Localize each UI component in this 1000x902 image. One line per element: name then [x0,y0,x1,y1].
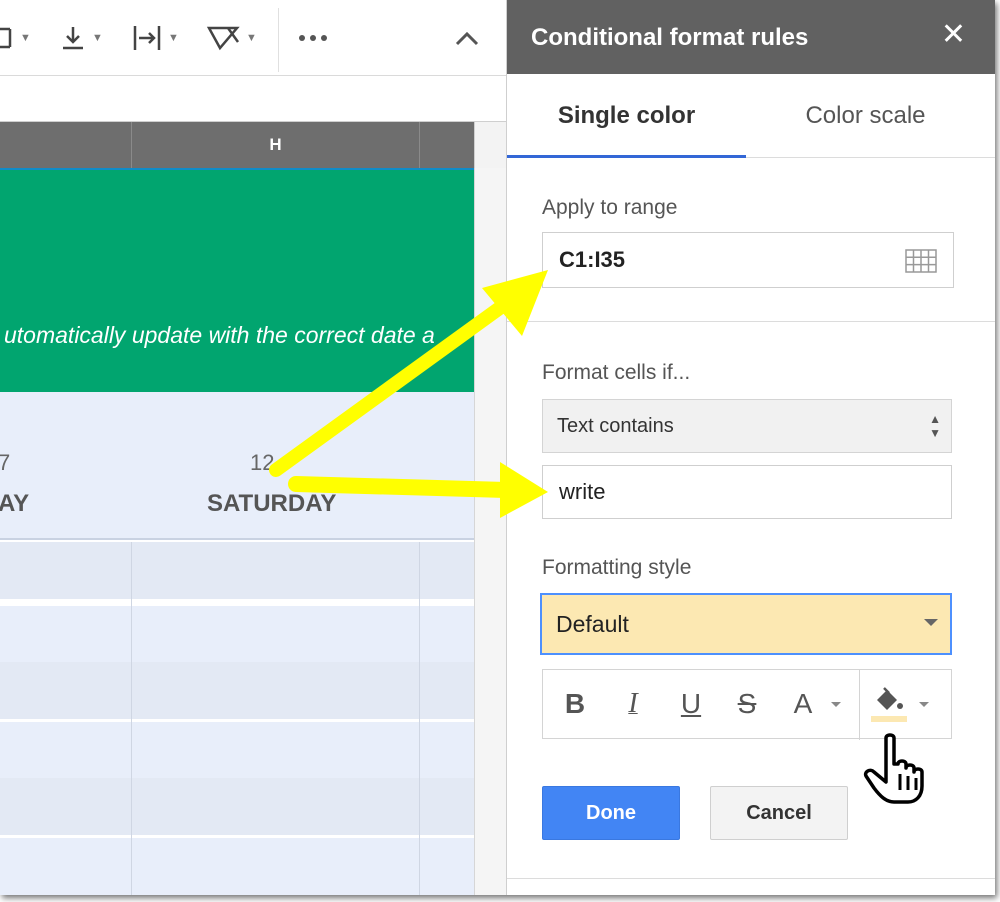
chevron-down-icon [831,702,841,707]
formula-bar[interactable] [0,76,506,122]
more-icon [299,35,327,41]
sheet-toolbar: ▼ ▼ ▼ ▼ [0,0,506,76]
font-color-icon [0,27,12,49]
text-color-button[interactable]: A [783,684,823,724]
day-number: 12 [250,450,275,475]
format-toolbar-divider [859,670,860,740]
grid-line [131,542,132,895]
formatting-style-value: Default [556,610,629,637]
sheet-edge [474,168,506,895]
collapse-chevron-up-icon [455,31,479,46]
fill-color-icon [871,687,907,722]
day-header-row[interactable]: 7 AY 12 SATURDAY [0,392,474,540]
tab-label: Color scale [805,102,926,129]
strikethrough-button[interactable]: S [727,684,767,724]
condition-value: Text contains [557,414,674,437]
table-row[interactable] [0,778,474,835]
condition-text: write [559,479,606,504]
cancel-label: Cancel [746,801,812,824]
column-header-corner [474,122,506,168]
range-value: C1:I35 [559,247,626,272]
done-button[interactable]: Done [542,786,680,840]
day-number: 7 [0,450,11,475]
collapse-toolbar-button[interactable] [454,18,480,58]
text-wrap-button[interactable]: ▼ [132,18,179,58]
chevron-down-icon: ▼ [168,32,179,44]
apply-range-section: Apply to range C1:I35 [507,158,995,322]
text-wrap-icon [133,26,161,50]
rule-section: Format cells if... Text contains ▲ ▼ writ… [507,323,995,879]
italic-button[interactable]: I [613,684,653,724]
condition-select[interactable]: Text contains ▲ ▼ [542,399,952,453]
column-header-i[interactable] [420,122,474,168]
column-header-g[interactable] [0,122,132,168]
underline-button[interactable]: U [671,684,711,724]
apply-range-label: Apply to range [542,196,678,219]
conditional-format-panel: Conditional format rules ✕ Single color … [506,0,995,895]
vertical-align-button[interactable]: ▼ [60,18,103,58]
more-button[interactable] [298,18,328,58]
format-cells-if-label: Format cells if... [542,361,691,384]
sheet-grid [0,542,474,895]
toolbar-divider [278,8,279,72]
panel-tabs: Single color Color scale [507,74,995,159]
formatting-style-label: Formatting style [542,556,692,579]
grid-line [419,542,420,895]
vertical-align-icon [63,27,83,50]
tab-single-color[interactable]: Single color [507,74,746,159]
bold-icon: B [564,688,586,719]
table-row[interactable] [0,722,474,779]
fill-color-button[interactable] [869,684,909,724]
day-name: SATURDAY [207,490,337,517]
banner-text: utomatically update with the correct dat… [4,322,435,348]
font-color-button[interactable]: ▼ [0,18,31,58]
chevron-down-icon: ▼ [20,32,31,44]
formatting-style-select[interactable]: Default [540,593,952,655]
select-range-grid-icon[interactable] [905,249,937,273]
close-icon[interactable]: ✕ [941,20,966,50]
column-header-h[interactable]: H [132,122,420,168]
table-row[interactable] [0,606,474,663]
cancel-button[interactable]: Cancel [710,786,848,840]
table-row[interactable] [0,838,474,895]
select-arrows-icon: ▲ ▼ [929,412,941,440]
day-name: AY [0,490,30,517]
panel-title: Conditional format rules [531,24,809,51]
strikethrough-icon: S [737,688,757,719]
done-label: Done [586,801,636,824]
condition-value-input[interactable]: write [542,465,952,519]
banner-cell[interactable]: utomatically update with the correct dat… [0,168,474,392]
chevron-down-icon [924,619,938,626]
bold-button[interactable]: B [555,684,595,724]
italic-icon: I [628,688,638,719]
chevron-down-icon [919,702,929,707]
text-color-icon: A [793,688,813,719]
underline-icon: U [680,688,702,719]
format-toolbar: B I U S A [542,669,952,740]
tab-color-scale[interactable]: Color scale [746,74,985,158]
table-row[interactable] [0,542,474,599]
tab-label: Single color [557,102,696,129]
panel-header: Conditional format rules ✕ [507,0,995,74]
range-input[interactable]: C1:I35 [542,232,954,288]
column-header-label: H [269,135,282,154]
table-row[interactable] [0,662,474,719]
app-window: ▼ ▼ ▼ ▼ H utomatically update with the c… [0,0,995,895]
chevron-down-icon: ▼ [246,32,257,44]
text-rotate-icon [206,26,240,51]
chevron-down-icon: ▼ [92,32,103,44]
text-rotate-button[interactable]: ▼ [206,18,257,58]
